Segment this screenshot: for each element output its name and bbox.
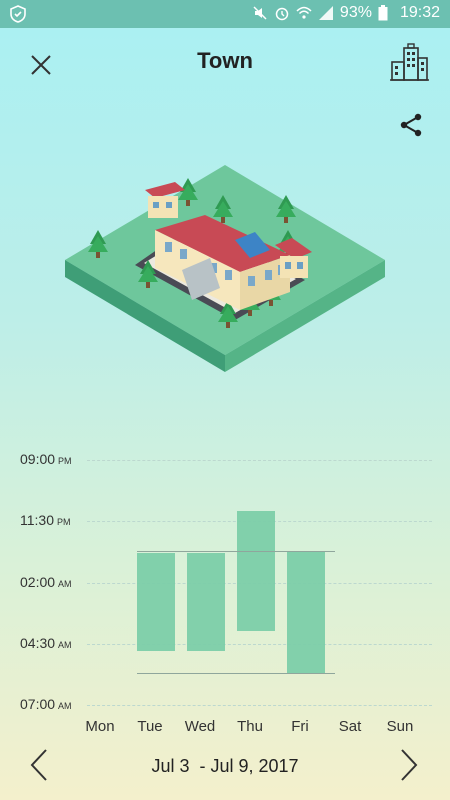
battery-icon	[378, 5, 394, 21]
y-tick-time: 11:30	[20, 512, 54, 529]
y-tick-label: 11:30 PM	[20, 512, 71, 528]
y-tick-label: 09:00 PM	[20, 451, 72, 467]
day-label-fri: Fri	[291, 718, 309, 735]
wifi-icon	[296, 5, 312, 21]
sleep-bar-thu[interactable]	[237, 511, 275, 632]
day-label-mon: Mon	[85, 718, 115, 735]
y-tick-time: 07:00	[20, 696, 56, 712]
grid-line	[87, 460, 432, 461]
reference-line	[137, 550, 335, 552]
sleep-bar-tue[interactable]	[137, 553, 175, 652]
y-tick-label: 04:30 AM	[20, 635, 72, 651]
share-button[interactable]	[398, 112, 424, 138]
header: Town	[0, 28, 450, 98]
town-illustration	[60, 160, 390, 380]
reference-line	[137, 673, 335, 675]
y-tick-ampm: PM	[57, 517, 71, 528]
sleep-bar-fri[interactable]	[287, 550, 325, 674]
y-tick-ampm: AM	[58, 701, 72, 711]
date-range: Jul 3 - Jul 9, 2017	[151, 756, 299, 776]
battery-percent: 93%	[339, 4, 372, 21]
status-time: 19:32	[399, 4, 440, 21]
sleep-bar-wed[interactable]	[187, 553, 225, 652]
alarm-icon	[274, 5, 290, 21]
day-label-sun: Sun	[386, 718, 414, 735]
page-title: Town	[197, 48, 253, 73]
y-tick-ampm: AM	[58, 639, 72, 650]
day-label-tue: Tue	[137, 718, 163, 735]
next-week-button[interactable]	[396, 748, 420, 782]
y-tick-label: 07:00 AM	[20, 696, 72, 712]
day-label-wed: Wed	[184, 718, 216, 735]
y-tick-time: 09:00	[20, 451, 56, 467]
day-label-thu: Thu	[237, 718, 263, 735]
grid-line	[87, 705, 432, 706]
y-tick-time: 04:30	[20, 634, 56, 651]
city-button[interactable]	[388, 42, 430, 84]
chevron-right-icon	[401, 749, 418, 781]
day-label-sat: Sat	[338, 718, 362, 735]
week-navigator: Jul 3 - Jul 9, 2017	[0, 740, 450, 790]
y-tick-time: 02:00	[20, 573, 56, 590]
status-bar: 93% 19:32	[0, 0, 450, 28]
signal-icon	[318, 5, 334, 21]
y-tick-ampm: PM	[58, 456, 72, 466]
y-tick-ampm: AM	[58, 578, 72, 589]
mute-icon	[252, 5, 268, 21]
share-icon	[400, 113, 422, 137]
shield-icon	[10, 5, 26, 28]
y-tick-label: 02:00 AM	[20, 574, 72, 590]
city-buildings-icon	[390, 43, 429, 81]
